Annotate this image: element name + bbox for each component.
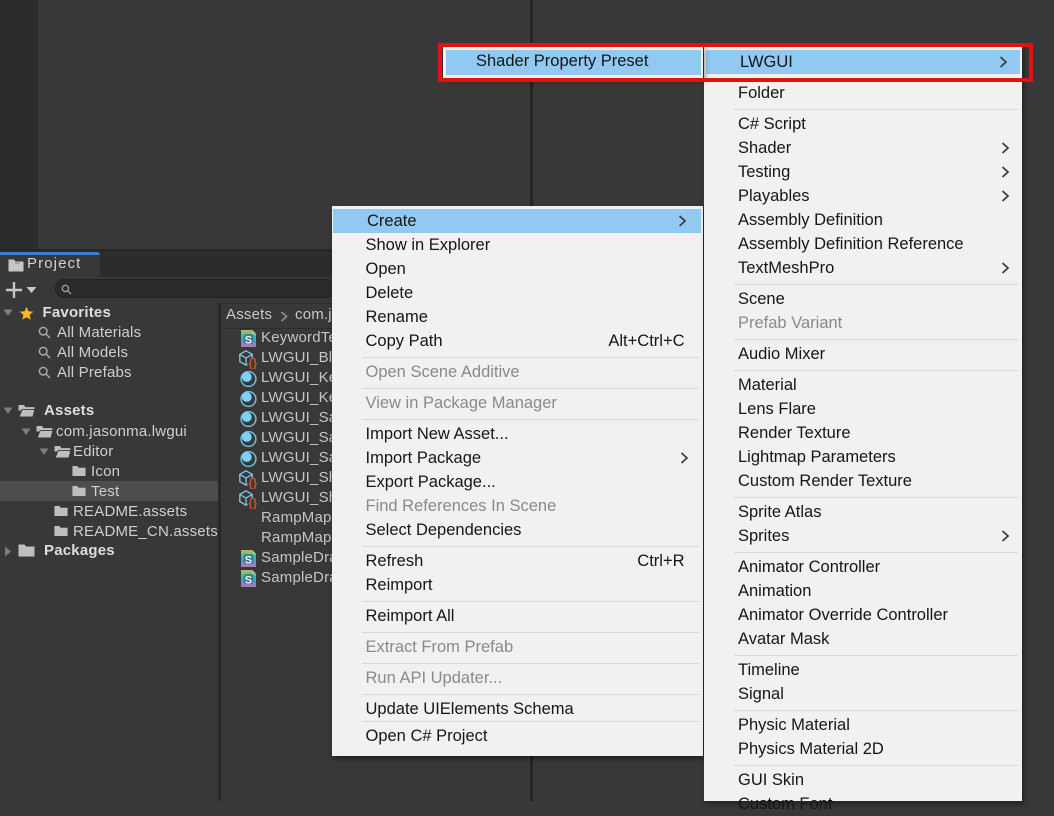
svg-text:S: S bbox=[245, 574, 252, 586]
svg-text:S: S bbox=[245, 334, 252, 346]
svg-text:{}: {} bbox=[248, 498, 257, 509]
svg-text:S: S bbox=[245, 554, 252, 566]
svg-text:{}: {} bbox=[248, 358, 257, 369]
svg-text:{}: {} bbox=[248, 478, 257, 489]
